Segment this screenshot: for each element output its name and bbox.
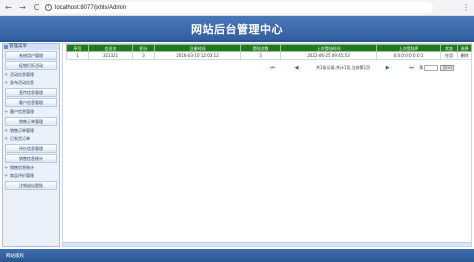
page-number-input[interactable] [424, 65, 439, 71]
sidebar-button[interactable]: 评价信息管理 [5, 144, 57, 153]
pagination-info: 共1条记录,共计1页,当前第1页 [316, 65, 371, 70]
site-title: 网站后台管理中心 [191, 23, 283, 36]
sidebar-category-label: 商品评价管理 [10, 173, 34, 178]
expand-icon[interactable]: + [4, 127, 8, 135]
sidebar-menu: 系统用户管理 促销打折活动 + 活动信息管理 + 发布活动信息 宣传信息管理 客户信息管理 + 客… [3, 51, 59, 190]
sidebar-category[interactable]: + 销售订单管理 [3, 127, 59, 135]
sidebar-button[interactable]: 客户信息管理 [5, 98, 57, 107]
sidebar-heading-label: 管理菜单 [9, 44, 27, 49]
table-cell: 321321 [88, 51, 133, 60]
expand-icon[interactable]: + [4, 79, 8, 87]
info-icon[interactable]: i [45, 4, 52, 11]
column-header: 上次登陆时间 [280, 44, 377, 52]
site-header: 网站后台管理中心 [0, 16, 474, 40]
sidebar: 管理菜单 系统用户管理 促销打折活动 + 活动信息管理 + 发布活动信息 宣传信息管理 客户信… [2, 43, 60, 247]
forward-icon[interactable]: → [17, 2, 28, 13]
table-cell: 1 [66, 51, 89, 60]
header-divider [0, 40, 474, 42]
column-header: 选择 [457, 44, 472, 52]
sidebar-category[interactable]: + 销售信息统计 [3, 164, 59, 172]
sidebar-category[interactable]: + 商品评价管理 [3, 172, 59, 180]
sidebar-category[interactable]: + 客户信息管理 [3, 108, 59, 116]
main-bottom-bar [63, 242, 471, 246]
back-icon[interactable]: ← [3, 2, 14, 13]
table-body: 1 321321 3 2016-03-10 12:03:12 3 2022-06-25 0… [66, 51, 472, 60]
column-header: 登陆次数 [240, 44, 281, 52]
sidebar-category-label: 活动信息管理 [10, 72, 34, 77]
sidebar-category-label: 已发货订单 [10, 136, 30, 141]
expand-icon[interactable]: + [4, 164, 8, 172]
menu-icon [4, 45, 8, 49]
sidebar-category-label: 发布活动信息 [10, 80, 34, 85]
expand-icon[interactable]: + [4, 71, 8, 79]
sidebar-button[interactable]: 注销退出登陆 [5, 181, 57, 190]
sidebar-category-label: 销售信息统计 [10, 165, 34, 170]
copyright-text: 网站版权 [6, 254, 24, 259]
site-footer: 网站版权 [0, 249, 474, 262]
sidebar-category-label: 销售订单管理 [10, 128, 34, 133]
sidebar-button[interactable]: 促销打折活动 [5, 61, 57, 70]
browser-menu-icon[interactable]: ⋮ [462, 3, 470, 12]
expand-icon[interactable]: + [4, 135, 8, 143]
sidebar-button[interactable]: 宣传信息管理 [5, 88, 57, 97]
delete-link[interactable]: 删除 [457, 51, 472, 60]
expand-icon[interactable]: + [4, 108, 8, 116]
table-cell: 3 [132, 51, 155, 60]
sidebar-button[interactable]: 系统用户管理 [5, 51, 57, 60]
prev-page-icon[interactable]: ◀ [292, 65, 301, 71]
sidebar-category-label: 客户信息管理 [10, 109, 34, 114]
first-page-icon[interactable]: ⏮ [268, 65, 277, 71]
go-button[interactable]: 页GO [440, 65, 455, 71]
column-header: 状态 [440, 44, 458, 52]
goto-label: 第 [419, 65, 424, 70]
table-row: 1 321321 3 2016-03-10 12:03:12 3 2022-06-25 0… [66, 51, 472, 60]
column-header: 序号 [66, 44, 89, 52]
table-cell: 2022-06-25 09:45:53 [280, 51, 377, 60]
sidebar-category[interactable]: + 已发货订单 [3, 135, 59, 143]
page-root: ← → C i localhost:8077/jxhls/Admin ⋮ 网站后… [0, 0, 474, 262]
table-cell: 在用 [440, 51, 458, 60]
table-cell: 0:0:0:0:0:0:0:1 [376, 51, 441, 60]
column-header: 积分 [132, 44, 155, 52]
table-cell: 2016-03-10 12:03:12 [154, 51, 241, 60]
table-cell: 3 [240, 51, 281, 60]
address-bar[interactable]: i localhost:8077/jxhls/Admin [41, 2, 433, 13]
main-content: 序号 会员名 积分 注册时间 登陆次数 上次登陆时间 上次登陆IP 状态 选择 1 321321 3… [62, 43, 472, 247]
last-page-icon[interactable]: ⏭ [407, 65, 416, 71]
table-header-row: 序号 会员名 积分 注册时间 登陆次数 上次登陆时间 上次登陆IP 状态 选择 [66, 44, 472, 52]
address-url: localhost:8077/jxhls/Admin [55, 4, 127, 11]
sidebar-heading: 管理菜单 [3, 44, 59, 50]
column-header: 上次登陆IP [376, 44, 441, 52]
pagination: ⏮ ◀ 共1条记录,共计1页,当前第1页 ▶ ⏭ 第 页GO [268, 64, 455, 72]
next-page-icon[interactable]: ▶ [383, 65, 392, 71]
column-header: 注册时间 [154, 44, 241, 52]
browser-toolbar: ← → C i localhost:8077/jxhls/Admin ⋮ [0, 0, 474, 16]
expand-icon[interactable]: + [4, 172, 8, 180]
sidebar-category[interactable]: + 发布活动信息 [3, 79, 59, 87]
column-header: 会员名 [88, 44, 133, 52]
sidebar-category[interactable]: + 活动信息管理 [3, 71, 59, 79]
member-table: 序号 会员名 积分 注册时间 登陆次数 上次登陆时间 上次登陆IP 状态 选择 1 321321 3… [66, 44, 472, 60]
sidebar-button[interactable]: 销售订单管理 [5, 117, 57, 126]
sidebar-button[interactable]: 销售信息统计 [5, 154, 57, 163]
